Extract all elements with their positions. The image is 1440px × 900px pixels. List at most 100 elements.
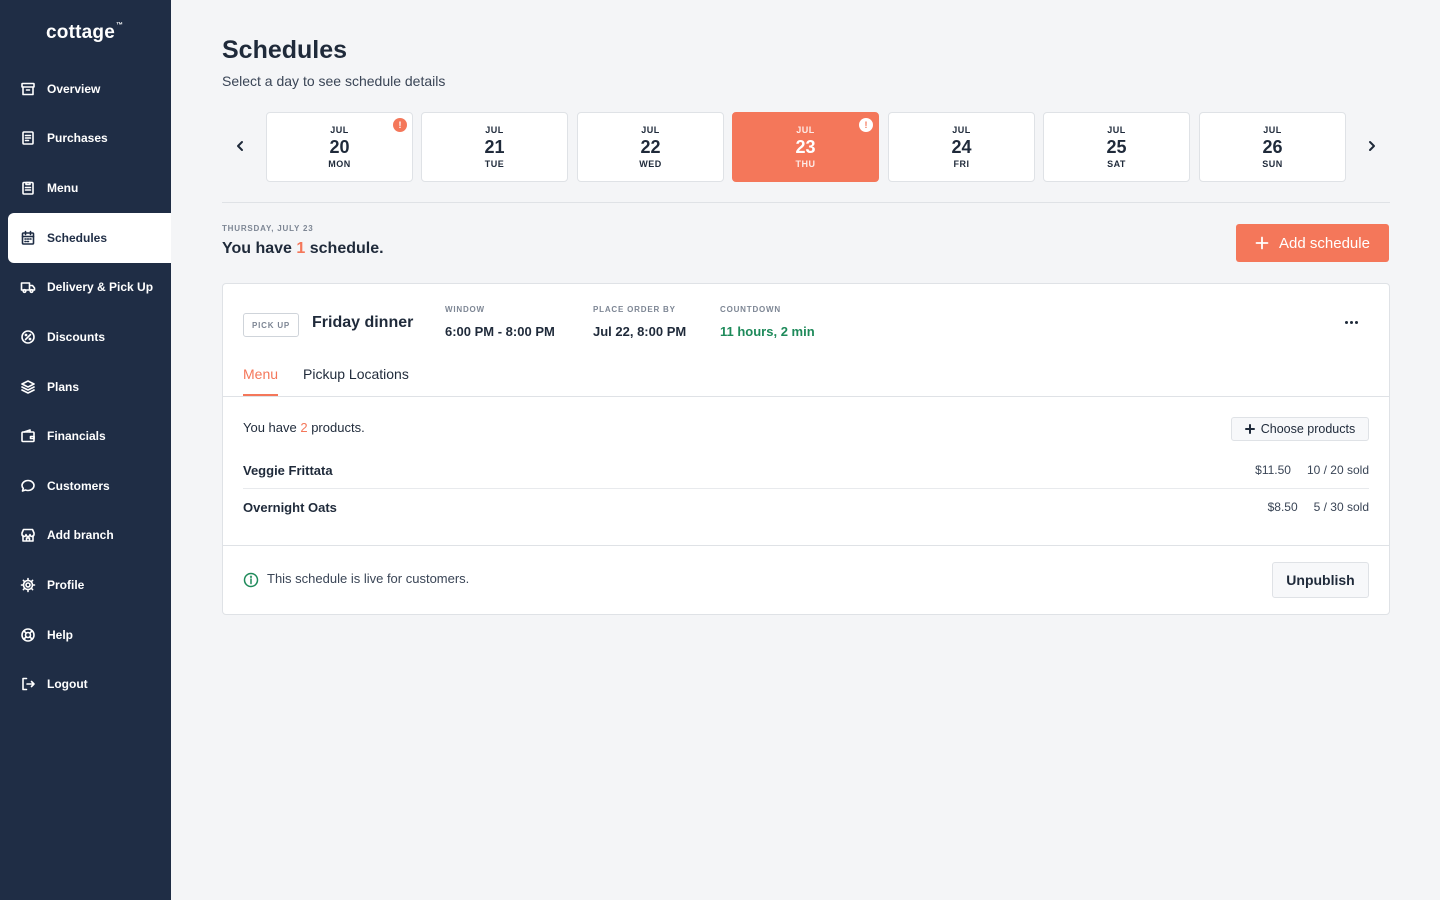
day-number: 21	[484, 137, 505, 157]
sidebar-item-discounts[interactable]: Discounts	[8, 312, 171, 362]
sidebar-item-label: Financials	[47, 429, 106, 443]
choose-products-button[interactable]: Choose products	[1231, 417, 1369, 441]
sidebar-item-add-branch[interactable]: Add branch	[8, 510, 171, 560]
calendar-icon	[20, 230, 36, 246]
day-card-jul-26[interactable]: JUL 26 SUN	[1199, 112, 1346, 182]
day-weekday: SAT	[1107, 159, 1126, 169]
sidebar-item-label: Overview	[47, 82, 101, 96]
footer-divider	[223, 545, 1389, 546]
archive-icon	[20, 81, 36, 97]
sidebar-item-purchases[interactable]: Purchases	[8, 113, 171, 163]
sidebar-item-label: Delivery & Pick Up	[47, 280, 154, 294]
chevron-right-icon	[1369, 141, 1375, 151]
sidebar-item-label: Add branch	[47, 528, 114, 542]
day-number: 20	[329, 137, 350, 157]
previous-days-button[interactable]	[230, 136, 250, 156]
day-number: 22	[640, 137, 661, 157]
day-weekday: SUN	[1262, 159, 1283, 169]
dot	[1349, 320, 1353, 324]
sidebar: cottage™ Overview Purchases Menu Schedul…	[0, 0, 171, 900]
product-row[interactable]: Overnight Oats $8.50 5 / 30 sold	[243, 489, 1369, 525]
products-count: You have 2 products.	[243, 420, 365, 435]
day-card-jul-20[interactable]: ! JUL 20 MON	[266, 112, 413, 182]
day-number: 25	[1106, 137, 1127, 157]
sidebar-item-delivery-pickup[interactable]: Delivery & Pick Up	[8, 262, 171, 312]
sidebar-item-profile[interactable]: Profile	[8, 560, 171, 610]
sidebar-item-label: Schedules	[47, 231, 108, 245]
percent-icon	[20, 329, 36, 345]
add-schedule-button[interactable]: Add schedule	[1236, 224, 1389, 262]
sidebar-item-label: Plans	[47, 380, 80, 394]
more-options-button[interactable]	[1337, 312, 1365, 332]
day-card-jul-23[interactable]: ! JUL 23 THU	[732, 112, 879, 182]
day-month: JUL	[796, 125, 815, 135]
unpublish-button[interactable]: Unpublish	[1272, 562, 1369, 598]
tabs-divider	[223, 396, 1389, 397]
schedule-count-summary: You have 1 schedule.	[222, 240, 384, 257]
choose-products-label: Choose products	[1260, 422, 1356, 436]
day-card-jul-21[interactable]: JUL 21 TUE	[421, 112, 568, 182]
product-sold: 5 / 30 sold	[1313, 500, 1369, 514]
day-weekday: FRI	[953, 159, 970, 169]
dot	[1344, 320, 1348, 324]
product-row[interactable]: Veggie Frittata $11.50 10 / 20 sold	[243, 452, 1369, 488]
day-month: JUL	[1107, 125, 1126, 135]
day-month: JUL	[485, 125, 504, 135]
sidebar-item-menu[interactable]: Menu	[8, 163, 171, 213]
lifebuoy-icon	[20, 627, 36, 643]
day-weekday: THU	[795, 159, 816, 169]
day-weekday: TUE	[484, 159, 505, 169]
chat-bubble-icon	[20, 478, 36, 494]
tab-pickup-locations[interactable]: Pickup Locations	[303, 366, 409, 394]
product-sold: 10 / 20 sold	[1306, 463, 1369, 477]
sidebar-item-overview[interactable]: Overview	[8, 64, 171, 114]
sidebar-item-label: Menu	[47, 181, 79, 195]
day-number: 23	[795, 137, 816, 157]
day-month: JUL	[330, 125, 349, 135]
day-weekday: WED	[639, 159, 662, 169]
window-info: WINDOW 6:00 PM - 8:00 PM	[445, 305, 555, 339]
next-days-button[interactable]	[1362, 136, 1382, 156]
sidebar-item-label: Purchases	[47, 131, 108, 145]
plus-icon	[1255, 236, 1269, 250]
page-title: Schedules	[222, 36, 348, 64]
sidebar-item-help[interactable]: Help	[8, 610, 171, 660]
tab-menu[interactable]: Menu	[243, 366, 279, 396]
order-deadline-info: PLACE ORDER BY Jul 22, 8:00 PM	[593, 305, 687, 339]
sidebar-item-schedules[interactable]: Schedules	[8, 213, 171, 263]
day-card-jul-24[interactable]: JUL 24 FRI	[888, 112, 1035, 182]
day-number: 24	[951, 137, 972, 157]
store-icon	[20, 527, 36, 543]
schedule-card: PICK UP Friday dinner WINDOW 6:00 PM - 8…	[222, 283, 1390, 615]
schedule-type-tag: PICK UP	[243, 313, 300, 337]
sidebar-item-financials[interactable]: Financials	[8, 411, 171, 461]
chevron-left-icon	[237, 141, 243, 151]
product-name: Overnight Oats	[243, 499, 337, 515]
live-status-text: This schedule is live for customers.	[267, 571, 470, 586]
logout-icon	[20, 676, 36, 692]
logo[interactable]: cottage™	[46, 22, 123, 44]
sidebar-item-plans[interactable]: Plans	[8, 362, 171, 412]
sidebar-item-logout[interactable]: Logout	[8, 659, 171, 709]
countdown-info: COUNTDOWN 11 hours, 2 min	[720, 305, 815, 339]
receipt-icon	[20, 130, 36, 146]
product-price: $11.50	[1255, 463, 1291, 477]
day-card-jul-22[interactable]: JUL 22 WED	[577, 112, 724, 182]
day-number: 26	[1262, 137, 1283, 157]
selected-date-label: THURSDAY, JULY 23	[222, 224, 314, 233]
day-card-jul-25[interactable]: JUL 25 SAT	[1043, 112, 1190, 182]
add-schedule-label: Add schedule	[1279, 234, 1370, 252]
page-subtitle: Select a day to see schedule details	[222, 73, 446, 89]
layers-icon	[20, 379, 36, 395]
sidebar-item-label: Customers	[47, 479, 110, 493]
day-month: JUL	[1263, 125, 1282, 135]
sidebar-item-label: Logout	[47, 677, 88, 691]
day-month: JUL	[952, 125, 971, 135]
product-price: $8.50	[1267, 500, 1298, 514]
gear-icon	[20, 577, 36, 593]
schedule-name: Friday dinner	[312, 314, 414, 331]
sidebar-item-customers[interactable]: Customers	[8, 461, 171, 511]
sidebar-item-label: Discounts	[47, 330, 106, 344]
product-name: Veggie Frittata	[243, 462, 333, 478]
wallet-icon	[20, 428, 36, 444]
